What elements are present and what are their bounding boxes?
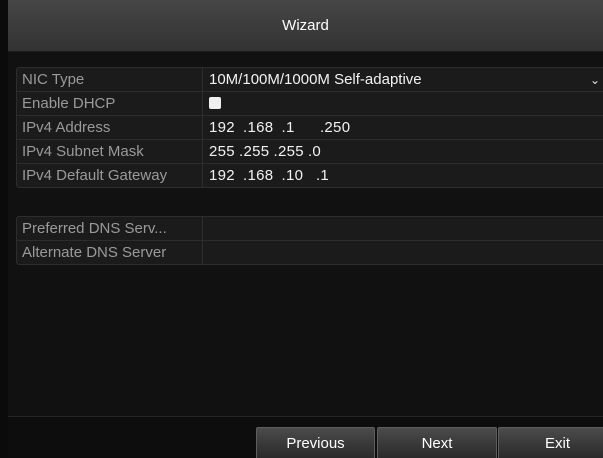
ip-octet: 255 — [209, 143, 235, 160]
alternate-dns-row: Alternate DNS Server — [17, 241, 603, 264]
ip-octet: 0 — [312, 143, 322, 160]
nic-type-select[interactable]: 10M/100M/1000M Self-adaptive ⌄ — [203, 68, 603, 91]
preferred-dns-input[interactable] — [203, 217, 603, 240]
default-gateway-input[interactable]: 192.168.10.1 — [203, 164, 603, 187]
exit-button[interactable]: Exit — [498, 427, 603, 458]
wizard-footer: Previous Next Exit — [8, 416, 603, 458]
network-settings-form: NIC Type 10M/100M/1000M Self-adaptive ⌄ … — [16, 67, 603, 188]
ip-octet: 192 — [209, 119, 235, 136]
dns-settings-form: Preferred DNS Serv... Alternate DNS Serv… — [16, 216, 603, 265]
ipv4-address-input[interactable]: 192.168.1.250 — [203, 116, 603, 139]
nic-type-label: NIC Type — [17, 68, 203, 91]
ip-octet: 255 — [277, 143, 304, 160]
preferred-dns-label: Preferred DNS Serv... — [17, 217, 203, 240]
ip-octet: 168 — [247, 119, 274, 136]
wizard-title: Wizard — [282, 17, 329, 34]
enable-dhcp-row: Enable DHCP — [17, 92, 603, 116]
nic-type-value: 10M/100M/1000M Self-adaptive — [209, 71, 422, 88]
ip-octet: 255 — [243, 143, 270, 160]
subnet-mask-label: IPv4 Subnet Mask — [17, 140, 203, 163]
ip-octet: 1 — [320, 167, 330, 184]
ip-octet: 192 — [209, 167, 235, 184]
chevron-down-icon[interactable]: ⌄ — [590, 69, 600, 92]
enable-dhcp-label: Enable DHCP — [17, 92, 203, 115]
nic-type-row: NIC Type 10M/100M/1000M Self-adaptive ⌄ — [17, 68, 603, 92]
next-button[interactable]: Next — [377, 427, 497, 458]
default-gateway-row: IPv4 Default Gateway 192.168.10.1 — [17, 164, 603, 187]
default-gateway-label: IPv4 Default Gateway — [17, 164, 203, 187]
enable-dhcp-checkbox[interactable] — [209, 97, 221, 109]
preferred-dns-row: Preferred DNS Serv... — [17, 217, 603, 241]
wizard-content: NIC Type 10M/100M/1000M Self-adaptive ⌄ … — [8, 52, 603, 416]
subnet-mask-row: IPv4 Subnet Mask 255.255.255.0 — [17, 140, 603, 164]
ip-octet: 10 — [285, 167, 304, 184]
ipv4-address-label: IPv4 Address — [17, 116, 203, 139]
previous-button[interactable]: Previous — [256, 427, 375, 458]
ip-octet: 168 — [247, 167, 274, 184]
alternate-dns-label: Alternate DNS Server — [17, 241, 203, 264]
ipv4-address-row: IPv4 Address 192.168.1.250 — [17, 116, 603, 140]
alternate-dns-input[interactable] — [203, 241, 603, 264]
wizard-title-bar: Wizard — [8, 0, 603, 52]
ip-octet: 1 — [285, 119, 295, 136]
ip-octet: 250 — [324, 119, 351, 136]
enable-dhcp-cell — [203, 92, 603, 115]
subnet-mask-input[interactable]: 255.255.255.0 — [203, 140, 603, 163]
